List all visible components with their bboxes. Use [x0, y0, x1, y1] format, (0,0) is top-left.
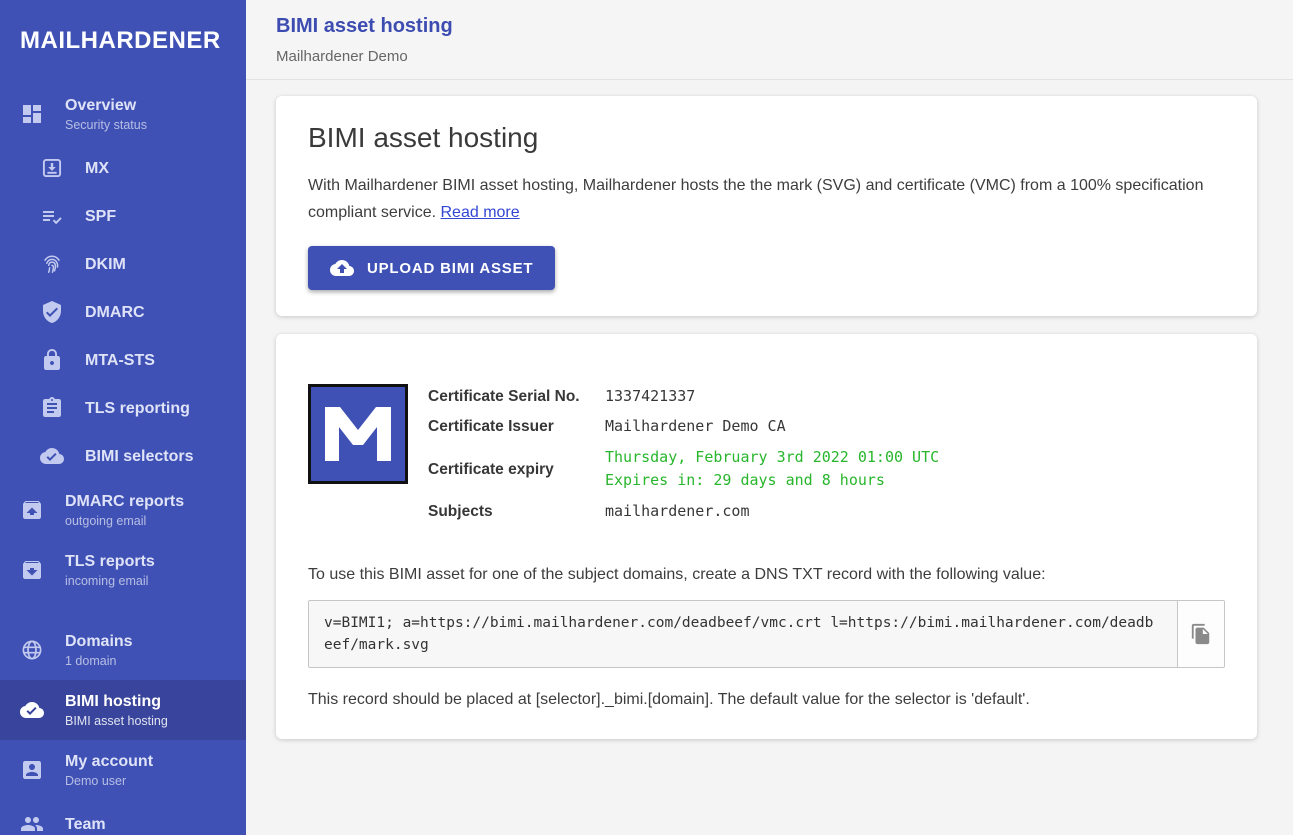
page-subtitle: Mailhardener Demo [276, 48, 1269, 65]
account-box-icon [20, 758, 44, 782]
expiry-countdown: Expires in: 29 days and 8 hours [605, 469, 939, 492]
sidebar-item-sublabel: 1 domain [65, 653, 133, 669]
certificate-fields: Certificate Serial No. 1337421337 Certif… [428, 384, 939, 531]
sidebar-item-sublabel: incoming email [65, 573, 155, 589]
cloud-check-icon [20, 698, 44, 722]
sidebar-item-my-account[interactable]: My account Demo user [0, 740, 246, 800]
dns-record-value: v=BIMI1; a=https://bimi.mailhardener.com… [309, 601, 1178, 667]
dns-record-block: v=BIMI1; a=https://bimi.mailhardener.com… [308, 600, 1225, 668]
sidebar-item-label: DMARC [85, 303, 145, 322]
archive-icon [20, 558, 44, 582]
intro-paragraph: With Mailhardener BIMI asset hosting, Ma… [308, 172, 1225, 226]
sidebar-item-label: Domains [65, 632, 133, 651]
sidebar-item-label: MTA-STS [85, 351, 155, 370]
certificate-expiry-value: Thursday, February 3rd 2022 01:00 UTC Ex… [605, 446, 939, 492]
sidebar-item-label: BIMI selectors [85, 447, 193, 466]
cloud-upload-icon [330, 256, 354, 280]
certificate-summary: Certificate Serial No. 1337421337 Certif… [308, 384, 1225, 531]
field-label: Certificate Serial No. [428, 386, 605, 407]
card-heading: BIMI asset hosting [308, 122, 1225, 154]
playlist-check-icon [40, 204, 64, 228]
dns-instruction-text: To use this BIMI asset for one of the su… [308, 561, 1225, 588]
field-label: Certificate expiry [428, 459, 605, 480]
bimi-mark-logo [308, 384, 408, 484]
sidebar-item-mta-sts[interactable]: MTA-STS [0, 336, 246, 384]
sidebar-item-label: SPF [85, 207, 116, 226]
brand-logo: MAILHARDENER [0, 0, 246, 84]
sidebar-item-label: TLS reports [65, 552, 155, 571]
sidebar: MAILHARDENER Overview Security status MX [0, 0, 246, 835]
certificate-serial-value: 1337421337 [605, 386, 695, 407]
nav-divider-gap [0, 600, 246, 620]
topbar: BIMI asset hosting Mailhardener Demo [246, 0, 1293, 80]
upload-button-label: UPLOAD BIMI ASSET [367, 260, 533, 277]
sidebar-item-sublabel: Demo user [65, 773, 153, 789]
sidebar-item-dmarc[interactable]: DMARC [0, 288, 246, 336]
selector-note-text: This record should be placed at [selecto… [308, 686, 1225, 713]
sidebar-item-team[interactable]: Team [0, 800, 246, 835]
certificate-field-row: Subjects mailhardener.com [428, 501, 939, 522]
field-label: Certificate Issuer [428, 416, 605, 437]
certificate-issuer-value: Mailhardener Demo CA [605, 416, 786, 437]
people-icon [20, 812, 44, 835]
intro-card: BIMI asset hosting With Mailhardener BIM… [276, 96, 1257, 316]
clipboard-icon [40, 396, 64, 420]
sidebar-item-overview[interactable]: Overview Security status [0, 84, 246, 144]
certificate-subjects-value: mailhardener.com [605, 501, 750, 522]
unarchive-icon [20, 498, 44, 522]
sidebar-item-label: Overview [65, 96, 147, 115]
certificate-field-row: Certificate expiry Thursday, February 3r… [428, 446, 939, 492]
sidebar-item-domains[interactable]: Domains 1 domain [0, 620, 246, 680]
copy-icon [1190, 623, 1212, 645]
shield-check-icon [40, 300, 64, 324]
sidebar-item-label: DMARC reports [65, 492, 184, 511]
sidebar-item-sublabel: Security status [65, 117, 147, 133]
sidebar-nav: Overview Security status MX SPF [0, 84, 246, 835]
sidebar-item-mx[interactable]: MX [0, 144, 246, 192]
sidebar-item-bimi-selectors[interactable]: BIMI selectors [0, 432, 246, 480]
page-title: BIMI asset hosting [276, 15, 1269, 38]
sidebar-item-label: TLS reporting [85, 399, 190, 418]
fingerprint-icon [40, 252, 64, 276]
sidebar-item-sublabel: outgoing email [65, 513, 184, 529]
upload-bimi-asset-button[interactable]: UPLOAD BIMI ASSET [308, 246, 555, 290]
lock-icon [40, 348, 64, 372]
sidebar-item-label: DKIM [85, 255, 126, 274]
sidebar-item-bimi-hosting[interactable]: BIMI hosting BIMI asset hosting [0, 680, 246, 740]
content-area: BIMI asset hosting With Mailhardener BIM… [246, 80, 1293, 835]
copy-button[interactable] [1184, 617, 1218, 651]
expiry-date: Thursday, February 3rd 2022 01:00 UTC [605, 446, 939, 469]
globe-icon [20, 638, 44, 662]
certificate-field-row: Certificate Issuer Mailhardener Demo CA [428, 416, 939, 437]
sidebar-item-dmarc-reports[interactable]: DMARC reports outgoing email [0, 480, 246, 540]
field-label: Subjects [428, 501, 605, 522]
certificate-field-row: Certificate Serial No. 1337421337 [428, 386, 939, 407]
dashboard-icon [20, 102, 44, 126]
certificate-card: Certificate Serial No. 1337421337 Certif… [276, 334, 1257, 739]
sidebar-item-label: Team [65, 815, 106, 834]
sidebar-item-dkim[interactable]: DKIM [0, 240, 246, 288]
sidebar-item-label: My account [65, 752, 153, 771]
sidebar-item-sublabel: BIMI asset hosting [65, 713, 168, 729]
read-more-link[interactable]: Read more [441, 204, 520, 221]
copy-cell [1178, 601, 1224, 667]
sidebar-item-label: BIMI hosting [65, 692, 168, 711]
main-area: BIMI asset hosting Mailhardener Demo BIM… [246, 0, 1293, 835]
inbox-download-icon [40, 156, 64, 180]
sidebar-item-tls-reports[interactable]: TLS reports incoming email [0, 540, 246, 600]
sidebar-item-tls-reporting[interactable]: TLS reporting [0, 384, 246, 432]
sidebar-item-label: MX [85, 159, 109, 178]
cloud-check-icon [40, 444, 64, 468]
app-window: MAILHARDENER Overview Security status MX [0, 0, 1293, 835]
sidebar-item-spf[interactable]: SPF [0, 192, 246, 240]
